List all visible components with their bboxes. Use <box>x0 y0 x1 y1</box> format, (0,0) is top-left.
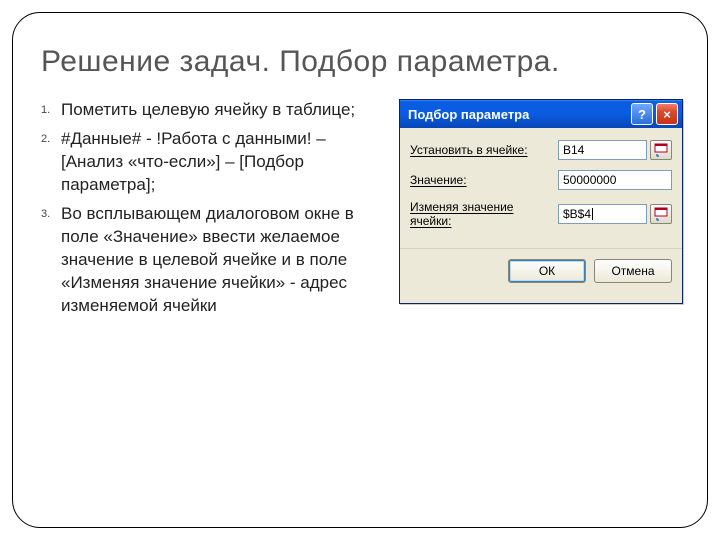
dialog-titlebar[interactable]: Подбор параметра ? × <box>400 100 682 128</box>
help-button[interactable]: ? <box>631 103 653 125</box>
collapse-dialog-icon <box>654 143 668 157</box>
slide-content: 1. Пометить целевую ячейку в таблице; 2.… <box>41 99 679 323</box>
goal-seek-dialog: Подбор параметра ? × Установить в ячейке… <box>399 99 683 304</box>
button-label: ОК <box>539 264 555 278</box>
list-number: 2. <box>41 128 61 197</box>
row-to-value: Значение: 50000000 <box>410 170 672 190</box>
list-text: Пометить целевую ячейку в таблице; <box>61 99 381 122</box>
list-text: #Данные# - !Работа с данными! – [Анализ … <box>61 128 381 197</box>
list-item: 3. Во всплывающем диалоговом окне в поле… <box>41 203 381 318</box>
label-by-changing: Изменяя значение ячейки: <box>410 200 558 228</box>
row-by-changing: Изменяя значение ячейки: $B$4 <box>410 200 672 228</box>
button-label: Отмена <box>611 264 654 278</box>
list-number: 1. <box>41 99 61 122</box>
input-value: B14 <box>563 143 584 157</box>
instructions-list: 1. Пометить целевую ячейку в таблице; 2.… <box>41 99 381 323</box>
input-set-cell[interactable]: B14 <box>558 140 647 160</box>
close-button[interactable]: × <box>656 103 678 125</box>
ref-picker-by-changing[interactable] <box>650 204 672 224</box>
close-icon: × <box>663 107 671 122</box>
slide-title: Решение задач. Подбор параметра. <box>41 45 679 79</box>
row-set-cell: Установить в ячейке: B14 <box>410 140 672 160</box>
collapse-dialog-icon <box>654 207 668 221</box>
dialog-body: Установить в ячейке: B14 Значение: <box>400 128 682 248</box>
label-to-value: Значение: <box>410 173 558 187</box>
ref-picker-set-cell[interactable] <box>650 140 672 160</box>
slide-frame: Решение задач. Подбор параметра. 1. Поме… <box>12 12 708 528</box>
ok-button[interactable]: ОК <box>508 259 586 283</box>
label-set-cell: Установить в ячейке: <box>410 143 558 157</box>
input-value: 50000000 <box>563 173 616 187</box>
input-value: $B$4 <box>563 207 591 221</box>
cancel-button[interactable]: Отмена <box>594 259 672 283</box>
list-item: 2. #Данные# - !Работа с данными! – [Анал… <box>41 128 381 197</box>
dialog-title: Подбор параметра <box>408 107 628 122</box>
input-to-value[interactable]: 50000000 <box>558 170 672 190</box>
text-caret <box>592 208 593 220</box>
list-item: 1. Пометить целевую ячейку в таблице; <box>41 99 381 122</box>
list-number: 3. <box>41 203 61 318</box>
input-by-changing[interactable]: $B$4 <box>558 204 647 224</box>
dialog-buttons: ОК Отмена <box>400 248 682 293</box>
question-icon: ? <box>638 107 646 122</box>
list-text: Во всплывающем диалоговом окне в поле «З… <box>61 203 381 318</box>
